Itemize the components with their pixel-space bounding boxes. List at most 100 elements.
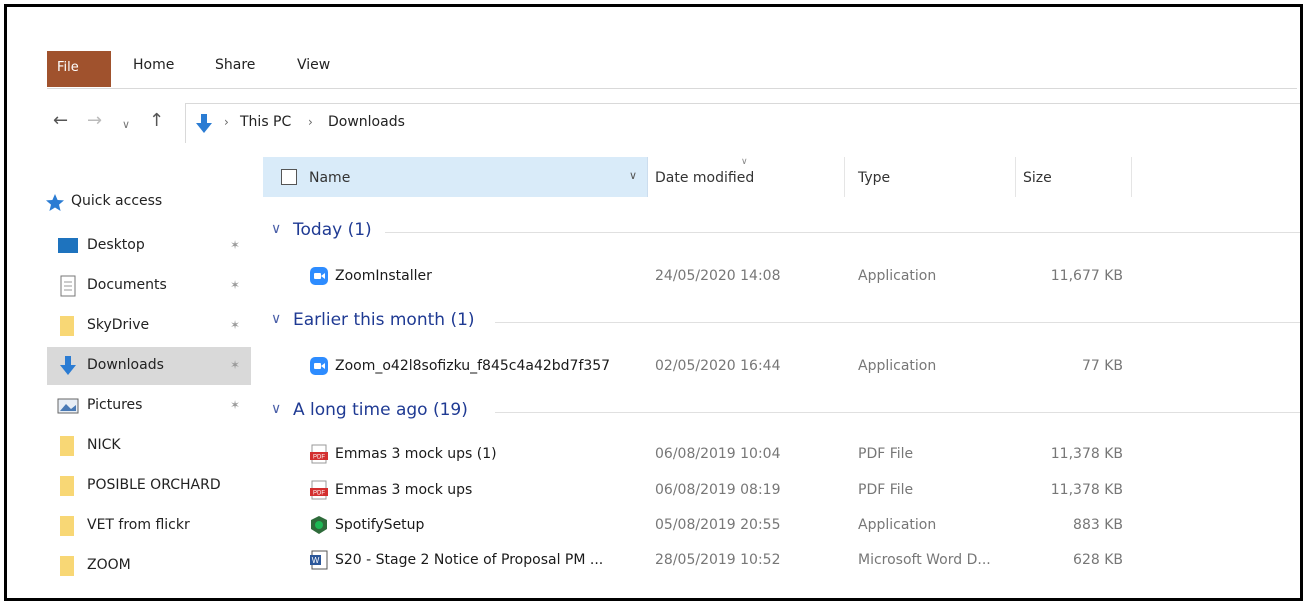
breadcrumb-separator-icon: ›: [224, 115, 229, 129]
svg-text:W: W: [312, 556, 320, 565]
chevron-down-icon[interactable]: ∨: [629, 169, 637, 182]
file-type: PDF File: [858, 482, 914, 498]
nav-item-desktop[interactable]: Desktop ✶: [47, 227, 251, 265]
file-date: 06/08/2019 08:19: [655, 482, 781, 498]
documents-icon: [60, 275, 76, 297]
file-name: Emmas 3 mock ups (1): [335, 446, 497, 462]
file-size: 11,677 KB: [1050, 268, 1123, 284]
column-header-size[interactable]: Size: [1017, 157, 1132, 197]
select-all-checkbox[interactable]: [281, 169, 297, 185]
pin-icon[interactable]: ✶: [230, 318, 240, 332]
forward-arrow-icon[interactable]: →: [87, 111, 102, 131]
nav-item-label: Pictures: [87, 397, 143, 413]
nav-item-zoom[interactable]: ZOOM: [47, 547, 251, 585]
pin-icon[interactable]: ✶: [230, 238, 240, 252]
nav-item-label: POSIBLE ORCHARD: [87, 477, 221, 493]
nav-item-label: Downloads: [87, 357, 164, 373]
nav-item-vet-from-flickr[interactable]: VET from flickr: [47, 507, 251, 545]
nav-item-label: SkyDrive: [87, 317, 150, 333]
pictures-icon: [57, 398, 79, 414]
file-row[interactable]: ZoomInstaller 24/05/2020 14:08 Applicati…: [263, 259, 1300, 293]
folder-icon: [60, 316, 74, 336]
tab-view[interactable]: View: [297, 57, 330, 73]
group-header-today[interactable]: ∨ Today (1): [263, 215, 1300, 249]
file-type: Application: [858, 517, 937, 533]
folder-icon: [60, 476, 74, 496]
chevron-down-icon[interactable]: ∨: [271, 311, 281, 327]
file-name: Emmas 3 mock ups: [335, 482, 473, 498]
address-bar[interactable]: › This PC › Downloads: [185, 103, 1300, 143]
recent-locations-chevron-icon[interactable]: ∨: [122, 115, 130, 135]
column-header-type[interactable]: Type: [846, 157, 1016, 197]
file-name: S20 - Stage 2 Notice of Proposal PM ...: [335, 552, 604, 568]
pin-icon[interactable]: ✶: [230, 358, 240, 372]
group-header-a-long-time-ago[interactable]: ∨ A long time ago (19): [263, 395, 1300, 429]
file-date: 02/05/2020 16:44: [655, 358, 781, 374]
tab-share[interactable]: Share: [215, 57, 255, 73]
file-date: 28/05/2019 10:52: [655, 552, 781, 568]
quick-access[interactable]: Quick access: [45, 191, 245, 219]
downloads-icon: [60, 356, 76, 375]
pdf-icon: PDF: [310, 480, 328, 500]
nav-item-documents[interactable]: Documents ✶: [47, 267, 251, 305]
nav-item-label: Documents: [87, 277, 167, 293]
file-size: 77 KB: [1081, 358, 1123, 374]
column-label: Size: [1023, 170, 1052, 186]
group-header-earlier-this-month[interactable]: ∨ Earlier this month (1): [263, 305, 1300, 339]
column-label: Date modified: [655, 170, 755, 186]
file-size: 883 KB: [1073, 517, 1123, 533]
nav-item-downloads[interactable]: Downloads ✶: [47, 347, 251, 385]
chevron-down-icon[interactable]: ∨: [271, 221, 281, 237]
star-icon: [46, 194, 64, 211]
column-header-name[interactable]: Name ∨: [263, 157, 648, 197]
pin-icon[interactable]: ✶: [230, 278, 240, 292]
group-divider: [495, 322, 1300, 323]
column-label: Name: [309, 170, 351, 186]
column-header-date-modified[interactable]: ∨ Date modified: [649, 157, 845, 197]
downloads-icon: [196, 114, 212, 133]
nav-item-skydrive[interactable]: SkyDrive ✶: [47, 307, 251, 345]
back-arrow-icon[interactable]: ←: [53, 111, 68, 131]
file-date: 06/08/2019 10:04: [655, 446, 781, 462]
folder-icon: [60, 556, 74, 576]
breadcrumb-downloads[interactable]: Downloads: [328, 114, 405, 130]
svg-text:PDF: PDF: [313, 491, 325, 497]
file-row[interactable]: PDF Emmas 3 mock ups 06/08/2019 08:19 PD…: [263, 473, 1300, 507]
breadcrumb-separator-icon: ›: [308, 115, 313, 129]
file-type: PDF File: [858, 446, 914, 462]
file-row[interactable]: PDF Emmas 3 mock ups (1) 06/08/2019 10:0…: [263, 437, 1300, 471]
nav-item-posible-orchard[interactable]: POSIBLE ORCHARD: [47, 467, 251, 505]
nav-item-pictures[interactable]: Pictures ✶: [47, 387, 251, 425]
file-name: Zoom_o42l8sofizku_f845c4a42bd7f357: [335, 358, 611, 374]
pdf-icon: PDF: [310, 444, 328, 464]
file-list: Name ∨ ∨ Date modified Type Size ∨ Today…: [263, 157, 1300, 597]
group-label: A long time ago (19): [293, 400, 468, 420]
word-icon: W: [310, 550, 328, 570]
up-arrow-icon[interactable]: ↑: [149, 111, 164, 131]
folder-icon: [60, 516, 74, 536]
breadcrumb-this-pc[interactable]: This PC: [240, 114, 291, 130]
file-row[interactable]: W S20 - Stage 2 Notice of Proposal PM ..…: [263, 543, 1300, 577]
quick-access-label: Quick access: [71, 193, 163, 209]
nav-item-label: VET from flickr: [87, 517, 190, 533]
chevron-down-icon[interactable]: ∨: [271, 401, 281, 417]
tab-file[interactable]: File: [47, 51, 111, 87]
spotify-icon: [311, 516, 327, 534]
navigation-bar: ← → ∨ ↑ › This PC › Downloads: [45, 103, 1300, 143]
file-row[interactable]: Zoom_o42l8sofizku_f845c4a42bd7f357 02/05…: [263, 349, 1300, 383]
pin-icon[interactable]: ✶: [230, 398, 240, 412]
file-size: 11,378 KB: [1050, 446, 1123, 462]
group-divider: [495, 412, 1300, 413]
file-explorer-window: File Home Share View ← → ∨ ↑ › This PC ›…: [4, 4, 1303, 601]
desktop-icon: [58, 238, 78, 253]
group-label: Earlier this month (1): [293, 310, 475, 330]
sort-indicator-icon: ∨: [741, 157, 748, 167]
svg-text:PDF: PDF: [313, 455, 325, 461]
nav-item-label: NICK: [87, 437, 121, 453]
file-size: 11,378 KB: [1050, 482, 1123, 498]
file-type: Application: [858, 268, 937, 284]
zoom-icon: [310, 357, 328, 375]
nav-item-nick[interactable]: NICK: [47, 427, 251, 465]
file-row[interactable]: SpotifySetup 05/08/2019 20:55 Applicatio…: [263, 508, 1300, 542]
tab-home[interactable]: Home: [133, 57, 174, 73]
